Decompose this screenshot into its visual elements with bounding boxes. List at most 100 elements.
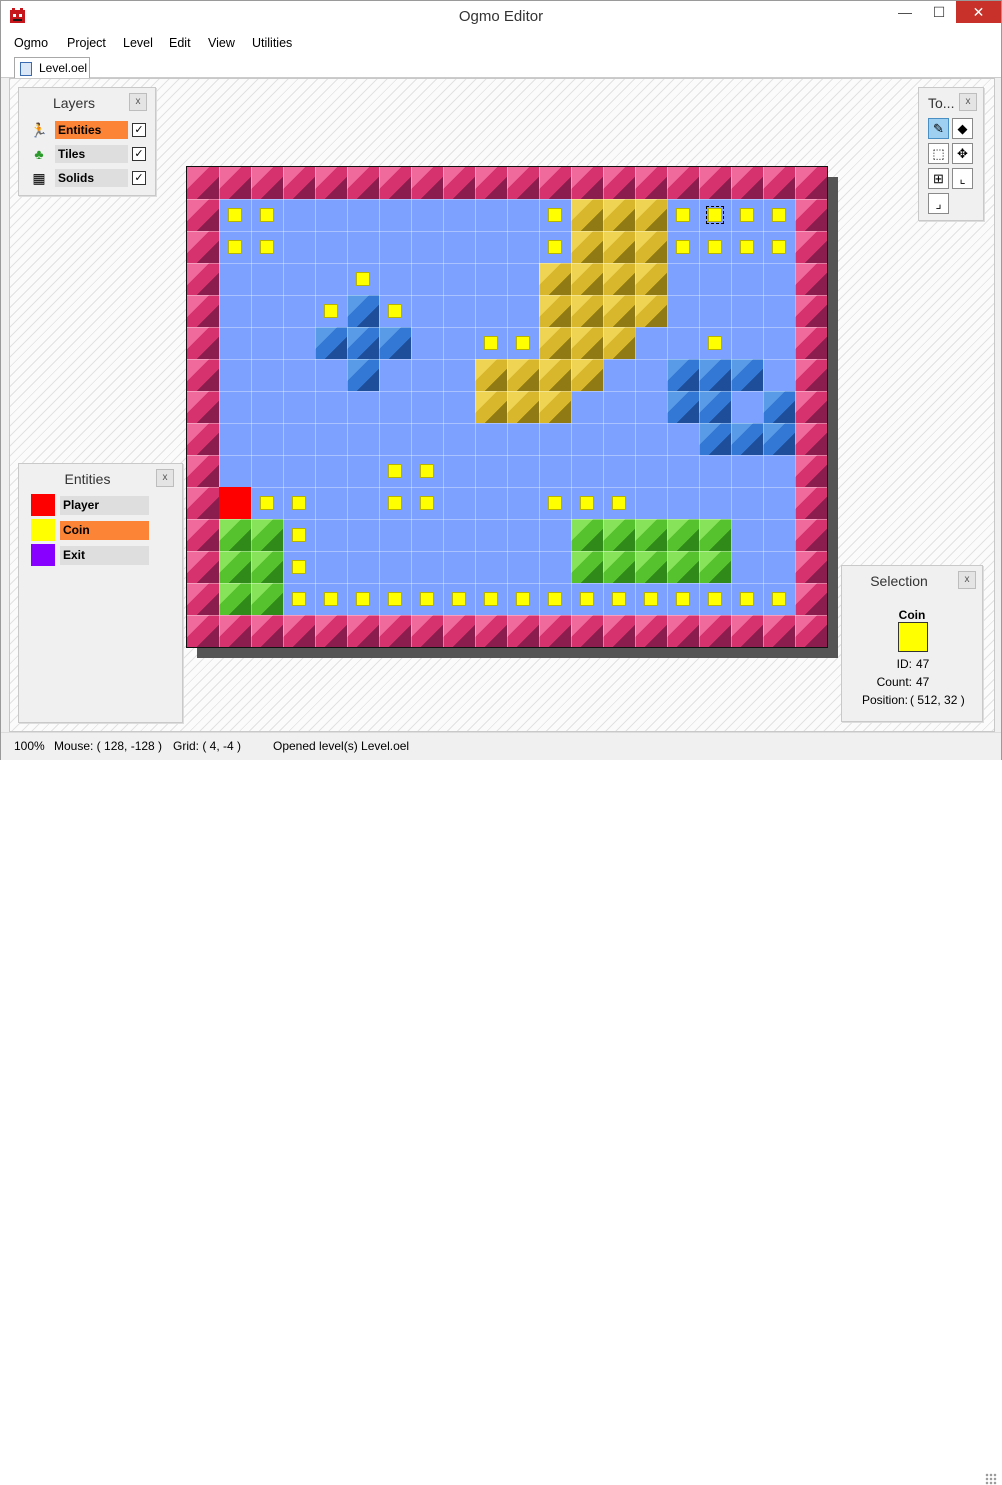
entity-row-exit[interactable]: Exit [31,544,151,566]
layer-row-tiles[interactable]: ♣ Tiles ✓ [28,144,152,164]
selection-panel-close-button[interactable]: x [958,571,976,589]
tile-wall [795,519,827,551]
coin-entity[interactable] [420,496,434,510]
coin-entity[interactable] [676,240,690,254]
entity-name[interactable]: Coin [60,521,149,540]
move-tool-icon[interactable]: ✥ [952,143,973,164]
coin-entity[interactable] [644,592,658,606]
coin-entity[interactable] [548,592,562,606]
coin-entity[interactable] [516,592,530,606]
title-bar[interactable]: Ogmo Editor — ☐ ✕ [1,1,1001,31]
coin-entity[interactable] [580,592,594,606]
coin-entity[interactable] [612,496,626,510]
coin-entity[interactable] [324,592,338,606]
menu-project[interactable]: Project [67,36,106,50]
tab-level-oel[interactable]: Level.oel [14,57,90,78]
coin-entity[interactable] [420,592,434,606]
coin-entity[interactable] [292,560,306,574]
coin-entity[interactable] [484,336,498,350]
level-canvas[interactable] [186,166,828,648]
entities-panel-close-button[interactable]: x [156,469,174,487]
player-entity[interactable] [219,487,251,519]
coin-entity[interactable] [740,208,754,222]
coin-entity[interactable] [580,496,594,510]
coin-entity[interactable] [324,304,338,318]
layers-panel-close-button[interactable]: x [129,93,147,111]
menu-edit[interactable]: Edit [169,36,191,50]
coin-entity[interactable] [484,592,498,606]
maximize-button[interactable]: ☐ [922,1,956,23]
coin-entity[interactable] [292,528,306,542]
coin-entity[interactable] [420,464,434,478]
entity-name[interactable]: Player [60,496,149,515]
tile-wall [187,487,219,519]
layer-name[interactable]: Entities [55,121,128,139]
coin-entity[interactable] [356,272,370,286]
coin-entity[interactable] [740,240,754,254]
layer-visibility-checkbox[interactable]: ✓ [132,147,146,161]
fill-tool-icon[interactable]: ◆ [952,118,973,139]
tile-blue [347,327,379,359]
coin-entity[interactable] [676,208,690,222]
coin-entity[interactable] [772,592,786,606]
coin-entity[interactable] [292,592,306,606]
coin-entity[interactable] [228,240,242,254]
pencil-tool-icon[interactable]: ✎ [928,118,949,139]
tile-wall [763,615,795,647]
coin-entity[interactable] [708,592,722,606]
coin-entity[interactable] [612,592,626,606]
coin-entity[interactable] [260,240,274,254]
tile-green [251,551,283,583]
coin-entity[interactable] [388,496,402,510]
coin-entity[interactable] [388,464,402,478]
window-title: Ogmo Editor [458,8,544,25]
tile-wall [187,295,219,327]
menu-ogmo[interactable]: Ogmo [14,36,48,50]
resize-grip-icon[interactable] [985,1473,997,1485]
layer-name[interactable]: Solids [55,169,128,187]
coin-entity[interactable] [260,496,274,510]
coin-entity[interactable] [548,240,562,254]
coin-entity[interactable] [356,592,370,606]
tile-gold [539,359,571,391]
layer-visibility-checkbox[interactable]: ✓ [132,123,146,137]
menu-utilities[interactable]: Utilities [252,36,292,50]
coin-entity[interactable] [772,240,786,254]
tile-gold [475,391,507,423]
tools-panel-title: To... [928,95,955,111]
coin-entity[interactable] [388,592,402,606]
tools-panel-close-button[interactable]: x [959,93,977,111]
coin-entity[interactable] [708,336,722,350]
coin-entity[interactable] [740,592,754,606]
coin-entity[interactable] [772,208,786,222]
menu-level[interactable]: Level [123,36,153,50]
menu-view[interactable]: View [208,36,235,50]
coin-entity[interactable] [388,304,402,318]
coin-entity[interactable] [548,208,562,222]
minimize-button[interactable]: — [888,1,922,23]
layer-visibility-checkbox[interactable]: ✓ [132,171,146,185]
grid-line [187,327,827,328]
layer-name[interactable]: Tiles [55,145,128,163]
close-button[interactable]: ✕ [956,1,1001,23]
selected-coin-entity[interactable] [706,206,724,224]
layer-row-solids[interactable]: ▦ Solids ✓ [28,168,152,188]
tile-gold [635,295,667,327]
resize-alt-tool-icon[interactable]: ⌟ [928,193,949,214]
coin-entity[interactable] [452,592,466,606]
tile-blue [315,327,347,359]
coin-entity[interactable] [516,336,530,350]
coin-entity[interactable] [676,592,690,606]
entity-row-player[interactable]: Player [31,494,151,516]
coin-entity[interactable] [548,496,562,510]
layer-row-entities[interactable]: 🏃 Entities ✓ [28,120,152,140]
entity-row-coin[interactable]: Coin [31,519,151,541]
coin-entity[interactable] [708,240,722,254]
coin-entity[interactable] [260,208,274,222]
select-rect-tool-icon[interactable]: ⬚ [928,143,949,164]
resize-tool-icon[interactable]: ⌞ [952,168,973,189]
transform-tool-icon[interactable]: ⊞ [928,168,949,189]
coin-entity[interactable] [228,208,242,222]
coin-entity[interactable] [292,496,306,510]
entity-name[interactable]: Exit [60,546,149,565]
